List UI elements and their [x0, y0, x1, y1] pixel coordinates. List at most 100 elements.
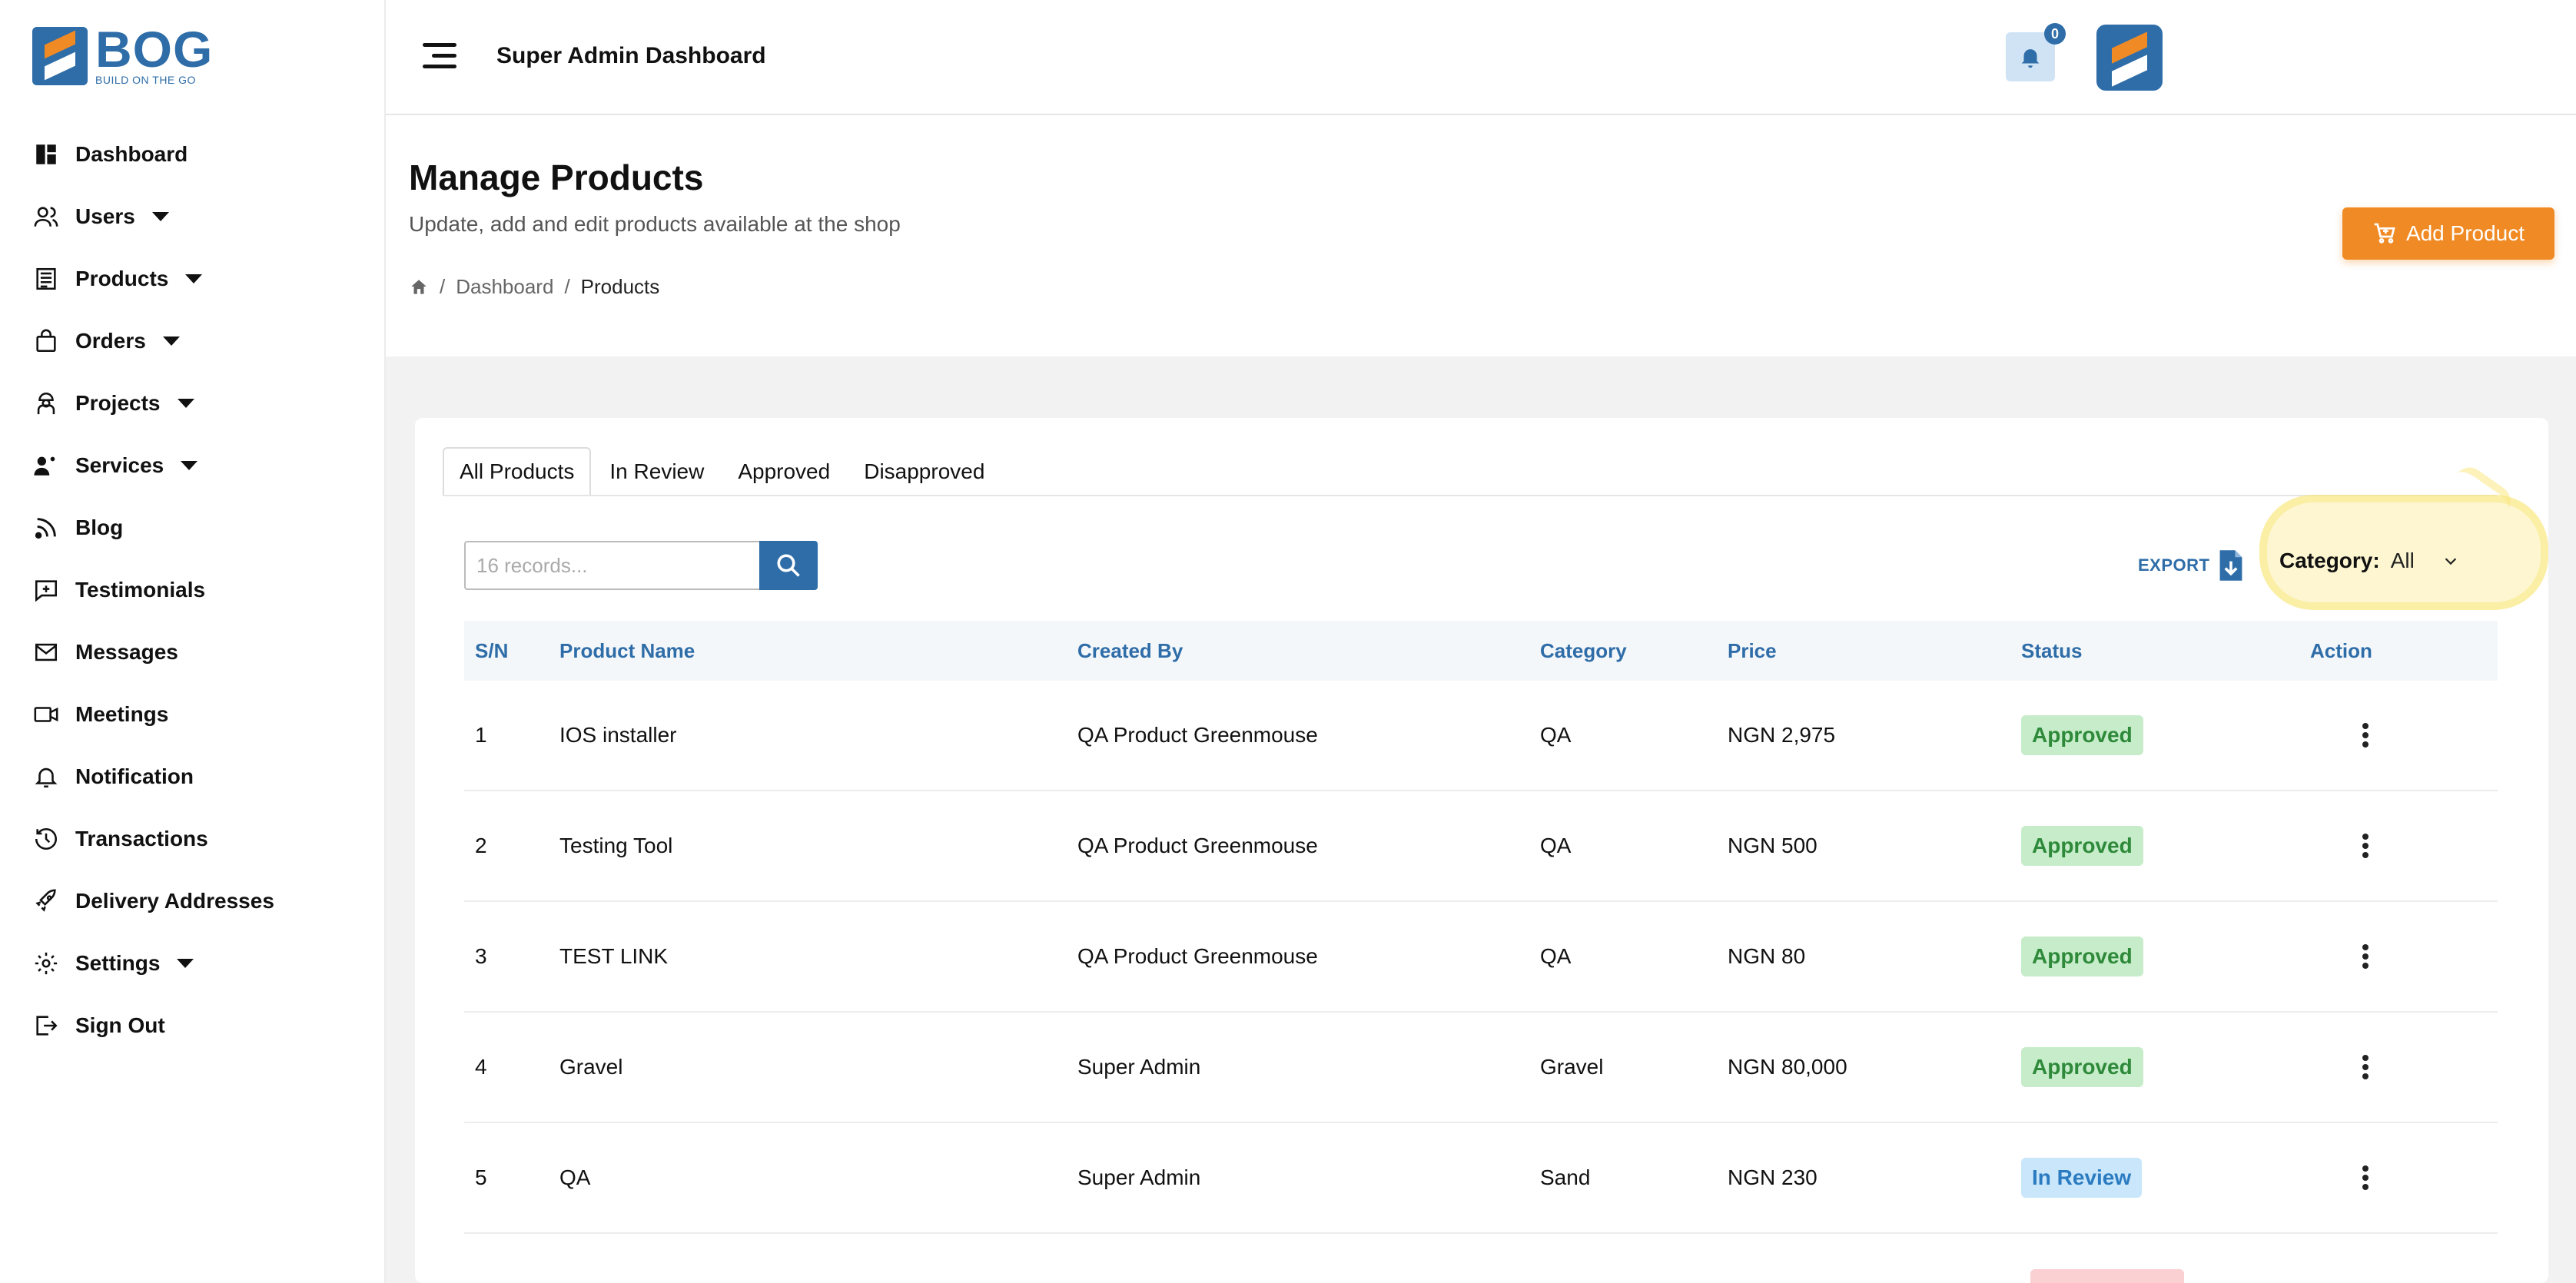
search-bar — [464, 541, 818, 590]
page-title: Manage Products — [409, 157, 704, 197]
table-header: S/N Product Name Created By Category Pri… — [464, 621, 2498, 681]
add-product-label: Add Product — [2405, 221, 2525, 245]
cell-action — [2310, 1164, 2498, 1192]
export-button[interactable]: EXPORT — [2138, 549, 2245, 582]
sidebar-item-blog[interactable]: Blog — [32, 496, 370, 559]
more-options-icon[interactable] — [2361, 1053, 2370, 1081]
sidebar-item-projects[interactable]: Projects — [32, 372, 370, 434]
dashboard-icon — [32, 141, 60, 168]
search-icon — [777, 554, 800, 577]
caret-down-icon — [162, 336, 180, 346]
gear-icon — [32, 950, 60, 977]
sidebar-item-notification[interactable]: Notification — [32, 745, 370, 807]
sidebar-item-users[interactable]: Users — [32, 185, 370, 247]
more-options-icon[interactable] — [2361, 832, 2370, 860]
history-icon — [32, 825, 60, 853]
cell-sn: 5 — [475, 1165, 487, 1189]
sidebar-item-orders[interactable]: Orders — [32, 310, 370, 372]
logo-text: BOG BUILD ON THE GO — [95, 21, 214, 86]
more-options-icon[interactable] — [2361, 721, 2370, 749]
cell-category: Sand — [1540, 1165, 1591, 1189]
hamburger-menu-icon[interactable] — [423, 43, 456, 71]
sidebar-item-services[interactable]: Services — [32, 434, 370, 496]
cell-status: Approved — [2021, 715, 2310, 755]
sidebar-item-messages[interactable]: Messages — [32, 621, 370, 683]
search-input[interactable] — [464, 541, 759, 590]
sidebar-item-testimonials[interactable]: Testimonials — [32, 559, 370, 621]
users-icon — [32, 203, 60, 230]
cell-status: Approved — [2021, 826, 2310, 866]
sidebar-item-label: Projects — [75, 390, 161, 415]
category-filter-value: All — [2390, 549, 2415, 572]
bell-icon — [32, 763, 60, 791]
cell-created-by: QA Product Greenmouse — [1077, 723, 1318, 747]
sidebar-nav: Dashboard Users Products Orders Projects… — [32, 123, 370, 1056]
breadcrumb: / Dashboard / Products — [409, 275, 659, 299]
sidebar-item-meetings[interactable]: Meetings — [32, 683, 370, 745]
sidebar: BOG BUILD ON THE GO Dashboard Users Prod… — [0, 0, 386, 1283]
status-badge: Approved — [2021, 715, 2143, 755]
sidebar-item-label: Sign Out — [75, 1013, 165, 1037]
tab-all-products[interactable]: All Products — [443, 447, 592, 496]
cell-action — [2310, 832, 2498, 860]
page-header: Manage Products Update, add and edit pro… — [386, 117, 2576, 356]
sidebar-item-label: Blog — [75, 515, 124, 539]
cell-sn: 4 — [475, 1055, 487, 1079]
cell-created-by: QA Product Greenmouse — [1077, 834, 1318, 857]
sign-out-icon — [32, 1012, 60, 1039]
breadcrumb-separator: / — [440, 275, 446, 298]
category-filter-select[interactable]: Category: All — [2279, 549, 2459, 573]
sidebar-item-label: Users — [75, 204, 135, 228]
sidebar-item-label: Services — [75, 453, 164, 477]
tab-approved[interactable]: Approved — [722, 447, 845, 496]
worker-icon — [32, 390, 60, 417]
sidebar-item-settings[interactable]: Settings — [32, 932, 370, 994]
cell-category: QA — [1540, 723, 1572, 747]
page-subtitle: Update, add and edit products available … — [409, 212, 901, 236]
sidebar-item-label: Transactions — [75, 826, 208, 850]
brand-logo[interactable]: BOG BUILD ON THE GO — [32, 21, 214, 86]
cell-price: NGN 80,000 — [1728, 1055, 1847, 1079]
cell-product-name: QA — [559, 1165, 591, 1189]
services-icon — [32, 452, 60, 479]
status-badge: Approved — [2021, 826, 2143, 866]
tab-disapproved[interactable]: Disapproved — [848, 447, 1000, 496]
cell-product-name: Testing Tool — [559, 834, 673, 857]
add-product-button[interactable]: Add Product — [2342, 207, 2554, 260]
cell-status: Approved — [2021, 937, 2310, 976]
mail-icon — [32, 638, 60, 666]
cell-product-name: TEST LINK — [559, 944, 669, 968]
cell-price: NGN 80 — [1728, 944, 1806, 968]
sidebar-item-sign-out[interactable]: Sign Out — [32, 994, 370, 1056]
video-icon — [32, 701, 60, 728]
chevron-down-icon — [2445, 558, 2457, 565]
sidebar-item-label: Orders — [75, 328, 146, 353]
testimonial-icon — [32, 576, 60, 604]
status-badge: Approved — [2021, 1047, 2143, 1087]
more-options-icon[interactable] — [2361, 943, 2370, 970]
cell-sn: 3 — [475, 944, 487, 968]
column-header-category: Category — [1540, 638, 1627, 662]
status-badge-partial — [2030, 1269, 2184, 1283]
breadcrumb-dashboard-link[interactable]: Dashboard — [456, 275, 553, 299]
caret-down-icon — [181, 460, 198, 470]
bag-icon — [32, 327, 60, 355]
caret-down-icon — [177, 958, 194, 968]
tab-in-review[interactable]: In Review — [594, 447, 719, 496]
sidebar-item-dashboard[interactable]: Dashboard — [32, 123, 370, 185]
sidebar-item-label: Messages — [75, 639, 178, 664]
sidebar-item-transactions[interactable]: Transactions — [32, 807, 370, 870]
notification-count-badge: 0 — [2044, 23, 2066, 45]
cell-product-name: IOS installer — [559, 723, 677, 747]
column-header-status: Status — [2021, 638, 2083, 662]
logo-title: BOG — [95, 21, 214, 78]
more-options-icon[interactable] — [2361, 1164, 2370, 1192]
column-header-sn: S/N — [475, 638, 509, 662]
home-icon[interactable] — [409, 277, 429, 297]
sidebar-item-delivery-addresses[interactable]: Delivery Addresses — [32, 870, 370, 932]
sidebar-item-products[interactable]: Products — [32, 247, 370, 310]
cell-sn: 2 — [475, 834, 487, 857]
cell-sn: 1 — [475, 723, 487, 747]
avatar[interactable] — [2096, 25, 2163, 91]
search-button[interactable] — [759, 541, 818, 590]
